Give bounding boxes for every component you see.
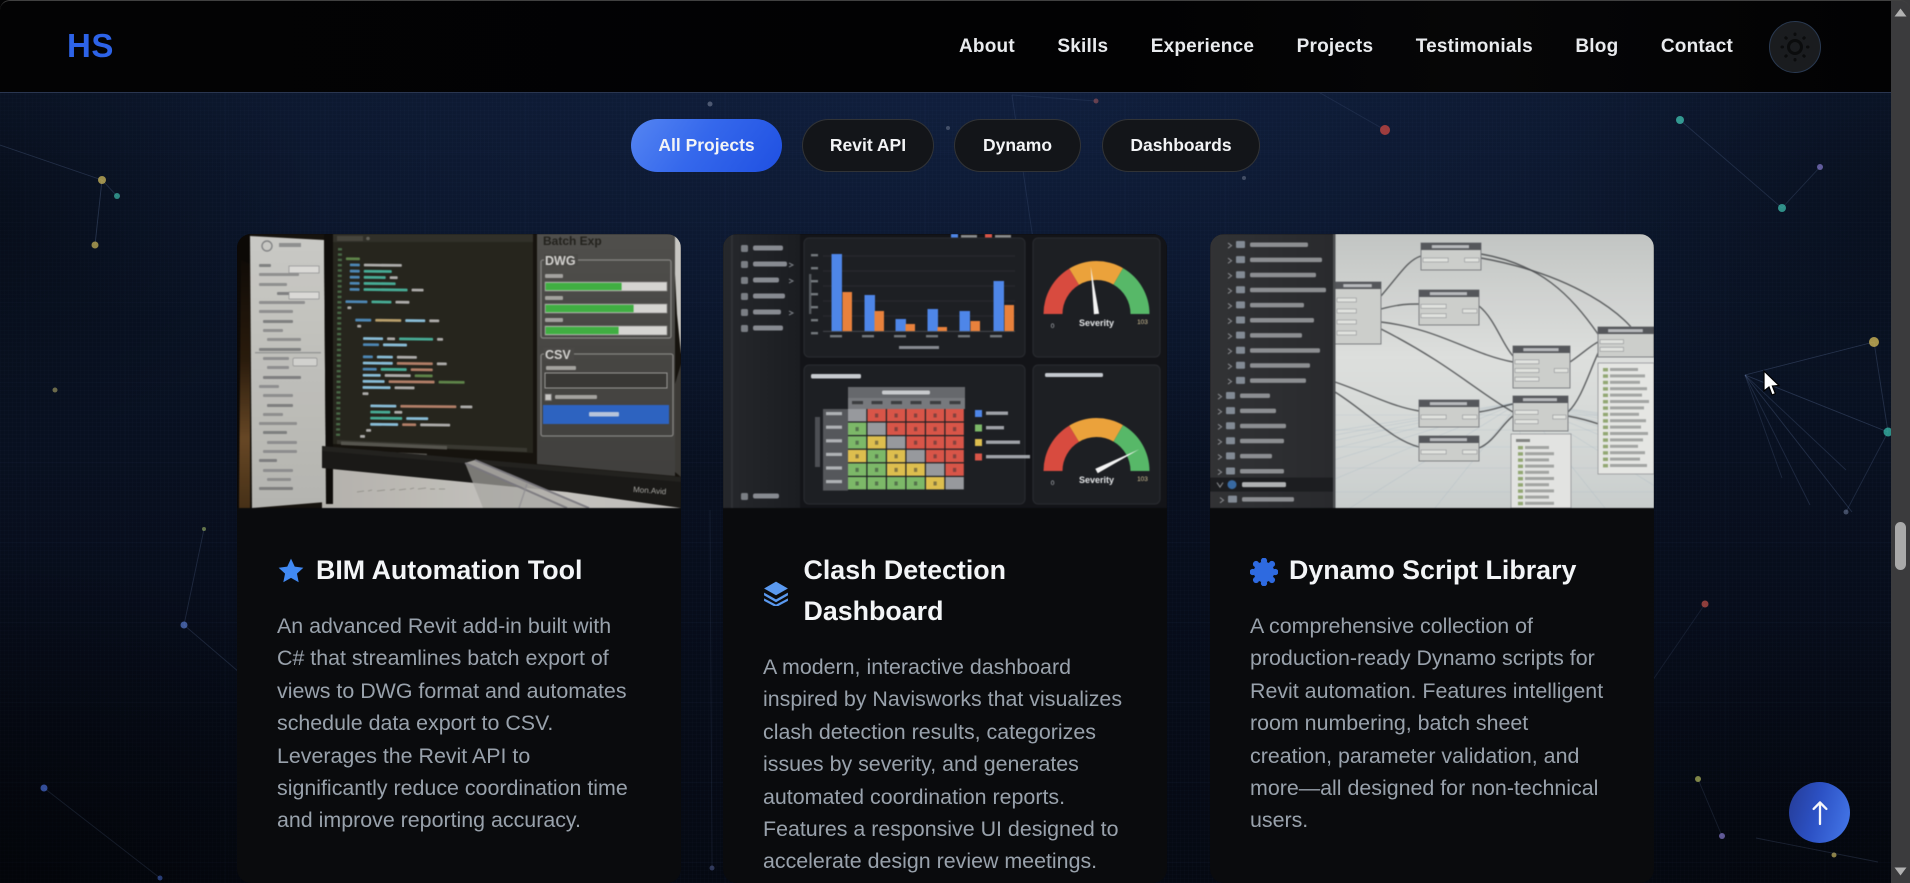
svg-text:Severity: Severity — [1079, 475, 1114, 485]
svg-text:103: 103 — [1137, 476, 1148, 483]
svg-text:Severity: Severity — [1079, 318, 1114, 328]
svg-text:0: 0 — [1051, 480, 1055, 487]
svg-text:103: 103 — [1137, 319, 1148, 326]
svg-text:0: 0 — [1051, 323, 1055, 330]
